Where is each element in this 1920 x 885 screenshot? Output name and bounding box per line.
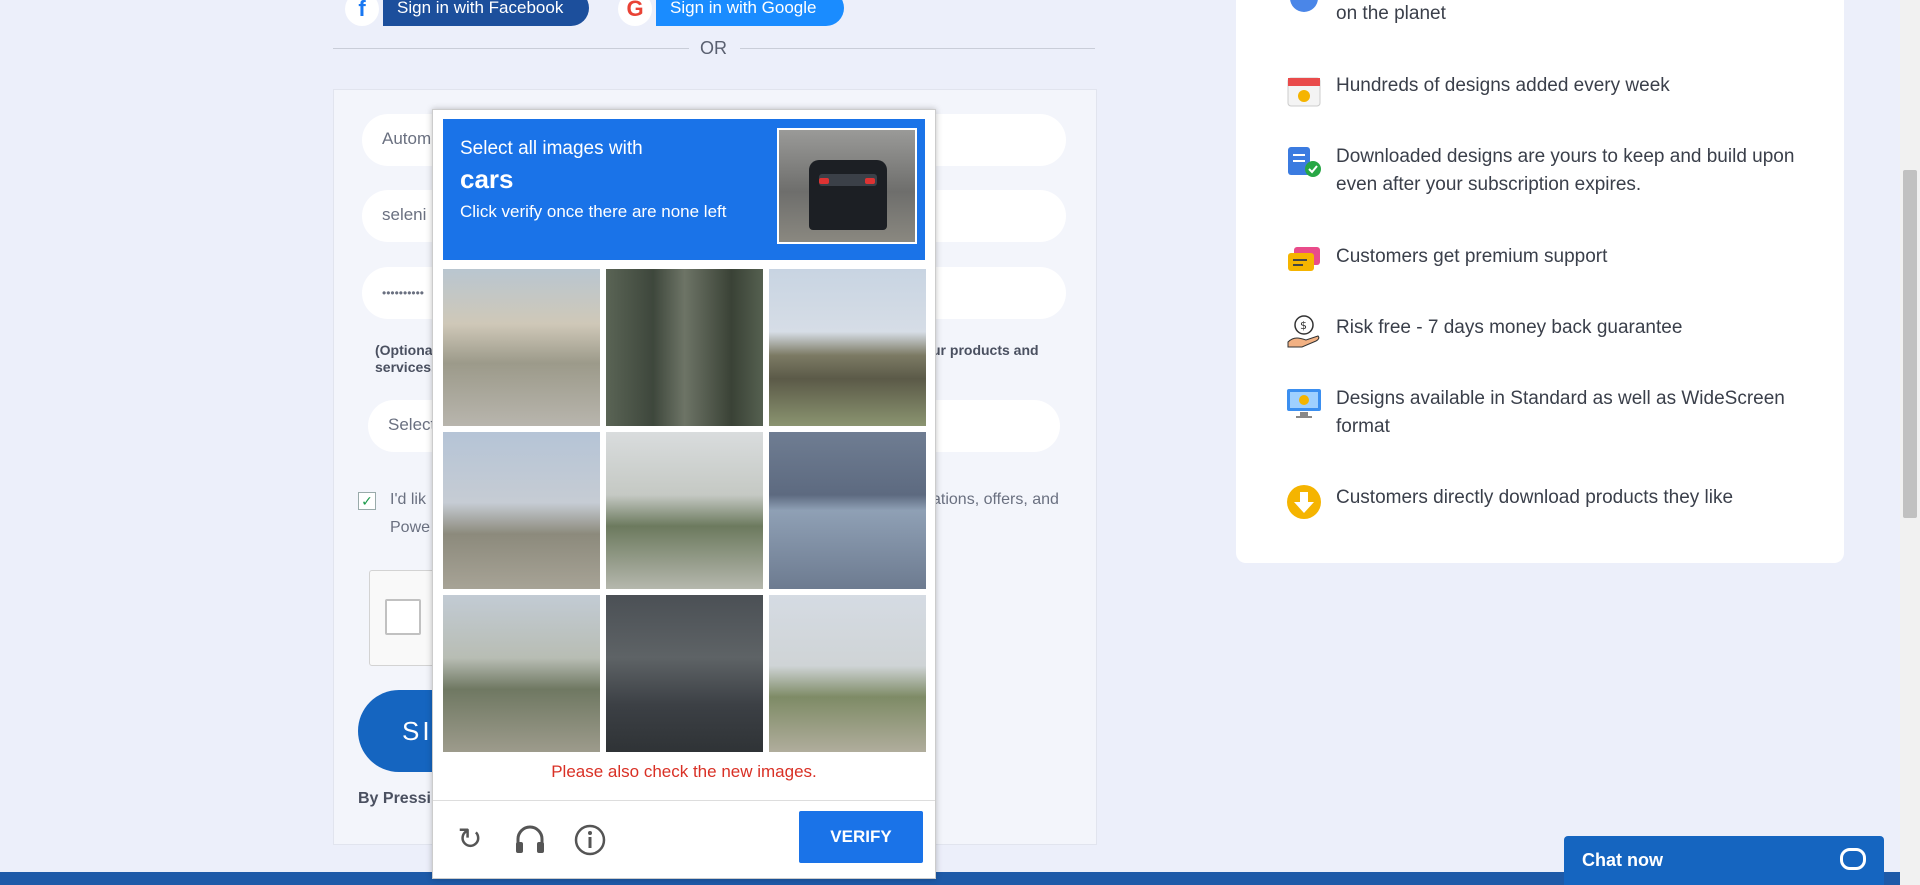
google-signin-button[interactable]: G Sign in with Google bbox=[618, 0, 844, 26]
captcha-tile[interactable] bbox=[769, 595, 926, 752]
captcha-tile[interactable] bbox=[769, 432, 926, 589]
chat-now-label: Chat now bbox=[1582, 850, 1663, 870]
chat-bubbles-icon bbox=[1286, 243, 1322, 279]
google-icon: G bbox=[618, 0, 652, 26]
chat-now-button[interactable]: Chat now bbox=[1564, 836, 1884, 885]
globe-icon bbox=[1286, 0, 1322, 36]
captcha-target: cars bbox=[460, 164, 514, 194]
captcha-instruction: Select all images with bbox=[460, 138, 643, 159]
download-circle-icon bbox=[1286, 484, 1322, 520]
password-field-value: •••••••••• bbox=[382, 286, 425, 300]
captcha-tile[interactable] bbox=[443, 269, 600, 426]
consent-text-left: I'd lik bbox=[390, 491, 426, 508]
divider-right bbox=[740, 48, 1095, 49]
money-hand-icon: $ bbox=[1286, 314, 1322, 350]
captcha-sample-image bbox=[777, 128, 917, 244]
captcha-challenge: Select all images with cars Click verify… bbox=[432, 109, 936, 879]
terms-text: By Pressi bbox=[358, 790, 431, 807]
scrollbar-thumb[interactable] bbox=[1903, 170, 1917, 518]
captcha-tile[interactable] bbox=[443, 432, 600, 589]
monitor-icon bbox=[1286, 385, 1322, 421]
select-dropdown-value: Select bbox=[388, 415, 436, 434]
feature-text: Customers get premium support bbox=[1336, 246, 1608, 267]
captcha-error-message: Please also check the new images. bbox=[551, 762, 817, 781]
feature-text: Risk free - 7 days money back guarantee bbox=[1336, 317, 1683, 338]
feature-text: Hundreds of designs added every week bbox=[1336, 75, 1670, 96]
consent-checkbox[interactable]: ✓ bbox=[358, 492, 376, 510]
consent-text-line2: Powe bbox=[390, 519, 431, 536]
captcha-tile[interactable] bbox=[606, 269, 763, 426]
chat-bubble-icon bbox=[1840, 848, 1866, 870]
feature-item: Designs available in Standard as well as… bbox=[1286, 385, 1806, 441]
clipboard-check-icon bbox=[1286, 143, 1322, 179]
recaptcha-checkbox[interactable] bbox=[385, 599, 421, 635]
google-signin-label: Sign in with Google bbox=[670, 0, 817, 17]
feature-item: on the planet bbox=[1286, 0, 1806, 36]
audio-icon[interactable] bbox=[513, 823, 547, 857]
email-field-value: seleni bbox=[382, 205, 427, 224]
optional-text-line1: (Optiona bbox=[375, 342, 433, 358]
optional-text-line2: services. bbox=[375, 359, 435, 375]
info-icon[interactable] bbox=[573, 823, 607, 857]
feature-text: Downloaded designs are yours to keep and… bbox=[1336, 146, 1795, 195]
calendar-icon bbox=[1286, 72, 1322, 108]
feature-item: Hundreds of designs added every week bbox=[1286, 72, 1806, 108]
feature-text: Customers directly download products the… bbox=[1336, 487, 1734, 508]
svg-text:$: $ bbox=[1300, 319, 1307, 332]
captcha-tile[interactable] bbox=[769, 269, 926, 426]
captcha-tile[interactable] bbox=[606, 595, 763, 752]
captcha-tile[interactable] bbox=[443, 595, 600, 752]
or-separator: OR bbox=[700, 38, 727, 58]
sample-tail-light bbox=[865, 178, 875, 184]
recaptcha-widget bbox=[369, 570, 441, 666]
sample-car-shape bbox=[809, 160, 887, 230]
signup-button-label: SI bbox=[402, 716, 433, 746]
feature-item: $ Risk free - 7 days money back guarante… bbox=[1286, 314, 1806, 350]
facebook-signin-button[interactable]: f Sign in with Facebook bbox=[345, 0, 589, 26]
captcha-tile[interactable] bbox=[606, 432, 763, 589]
name-field-value: Autom bbox=[382, 129, 432, 148]
feature-text: on the planet bbox=[1336, 3, 1446, 24]
feature-item: Customers get premium support bbox=[1286, 243, 1806, 279]
reload-icon[interactable]: ↻ bbox=[453, 823, 487, 857]
verify-button[interactable]: VERIFY bbox=[799, 811, 923, 863]
page-scrollbar[interactable] bbox=[1900, 0, 1920, 885]
captcha-subinstruction: Click verify once there are none left bbox=[460, 202, 727, 221]
optional-text-left: (Optiona services. bbox=[375, 342, 435, 376]
feature-item: Customers directly download products the… bbox=[1286, 484, 1806, 520]
feature-text: Designs available in Standard as well as… bbox=[1336, 388, 1785, 437]
facebook-signin-label: Sign in with Facebook bbox=[397, 0, 564, 17]
optional-text-right: ur products and bbox=[932, 342, 1039, 358]
facebook-icon: f bbox=[345, 0, 379, 26]
captcha-footer: ↻ VERIFY bbox=[433, 800, 935, 879]
feature-item: Downloaded designs are yours to keep and… bbox=[1286, 143, 1806, 199]
captcha-header: Select all images with cars Click verify… bbox=[443, 119, 925, 260]
divider-left bbox=[333, 48, 689, 49]
consent-text-right: ations, offers, and bbox=[932, 491, 1059, 508]
sample-tail-light bbox=[819, 178, 829, 184]
